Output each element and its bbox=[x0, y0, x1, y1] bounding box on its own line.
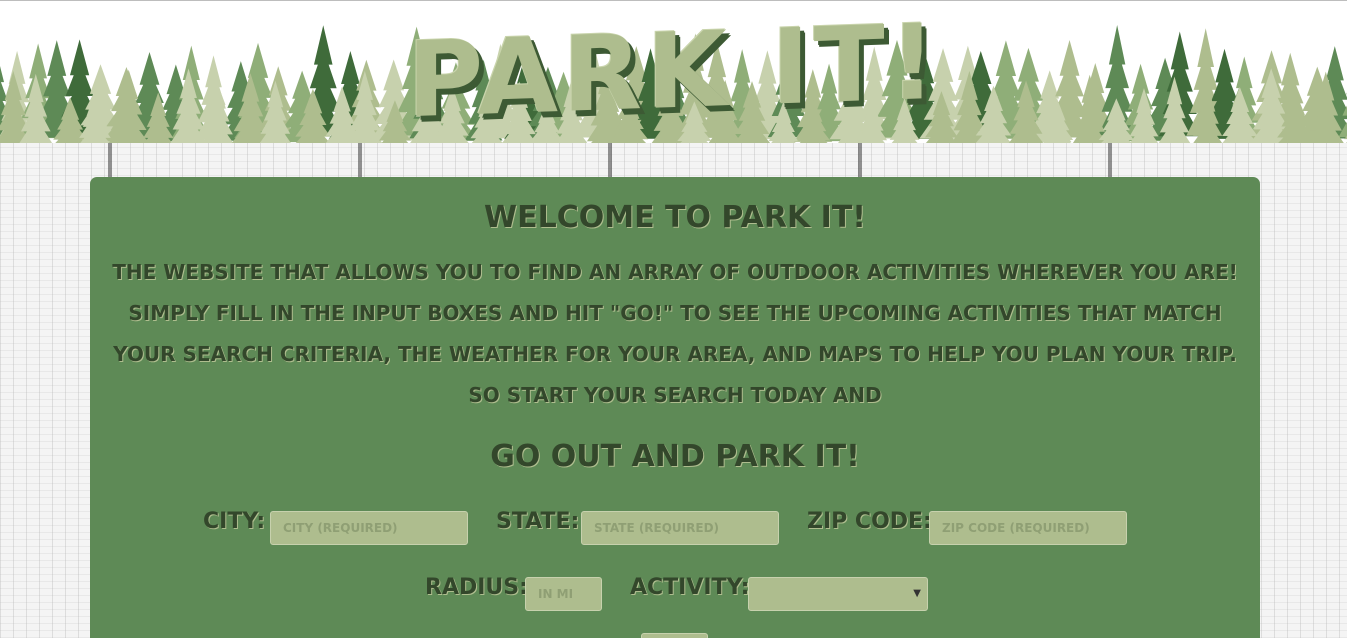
zip-input[interactable] bbox=[929, 511, 1127, 545]
intro-line: SO START YOUR SEARCH TODAY AND bbox=[468, 383, 882, 407]
chevron-down-icon: ▼ bbox=[913, 588, 921, 599]
welcome-panel: WELCOME TO PARK IT! THE WEBSITE THAT ALL… bbox=[90, 177, 1260, 638]
activity-select[interactable]: ▼ bbox=[748, 577, 928, 611]
intro-line: YOUR SEARCH CRITERIA, THE WEATHER FOR YO… bbox=[113, 342, 1237, 366]
state-input[interactable] bbox=[581, 511, 779, 545]
radius-label: RADIUS: bbox=[425, 575, 528, 600]
intro-line: THE WEBSITE THAT ALLOWS YOU TO FIND AN A… bbox=[112, 260, 1238, 284]
welcome-title: WELCOME TO PARK IT! bbox=[484, 200, 866, 235]
city-label: CITY: bbox=[203, 509, 266, 534]
intro-line: SIMPLY FILL IN THE INPUT BOXES AND HIT "… bbox=[128, 301, 1222, 325]
state-label: STATE: bbox=[496, 509, 580, 534]
site-header: PARK IT! bbox=[0, 1, 1347, 143]
city-input[interactable] bbox=[270, 511, 468, 545]
go-button[interactable] bbox=[641, 633, 708, 638]
radius-input[interactable] bbox=[525, 577, 602, 611]
tagline: GO OUT AND PARK IT! bbox=[490, 439, 860, 474]
activity-label: ACTIVITY: bbox=[630, 575, 750, 600]
zip-label: ZIP CODE: bbox=[807, 509, 932, 534]
intro-text: THE WEBSITE THAT ALLOWS YOU TO FIND AN A… bbox=[100, 252, 1250, 416]
